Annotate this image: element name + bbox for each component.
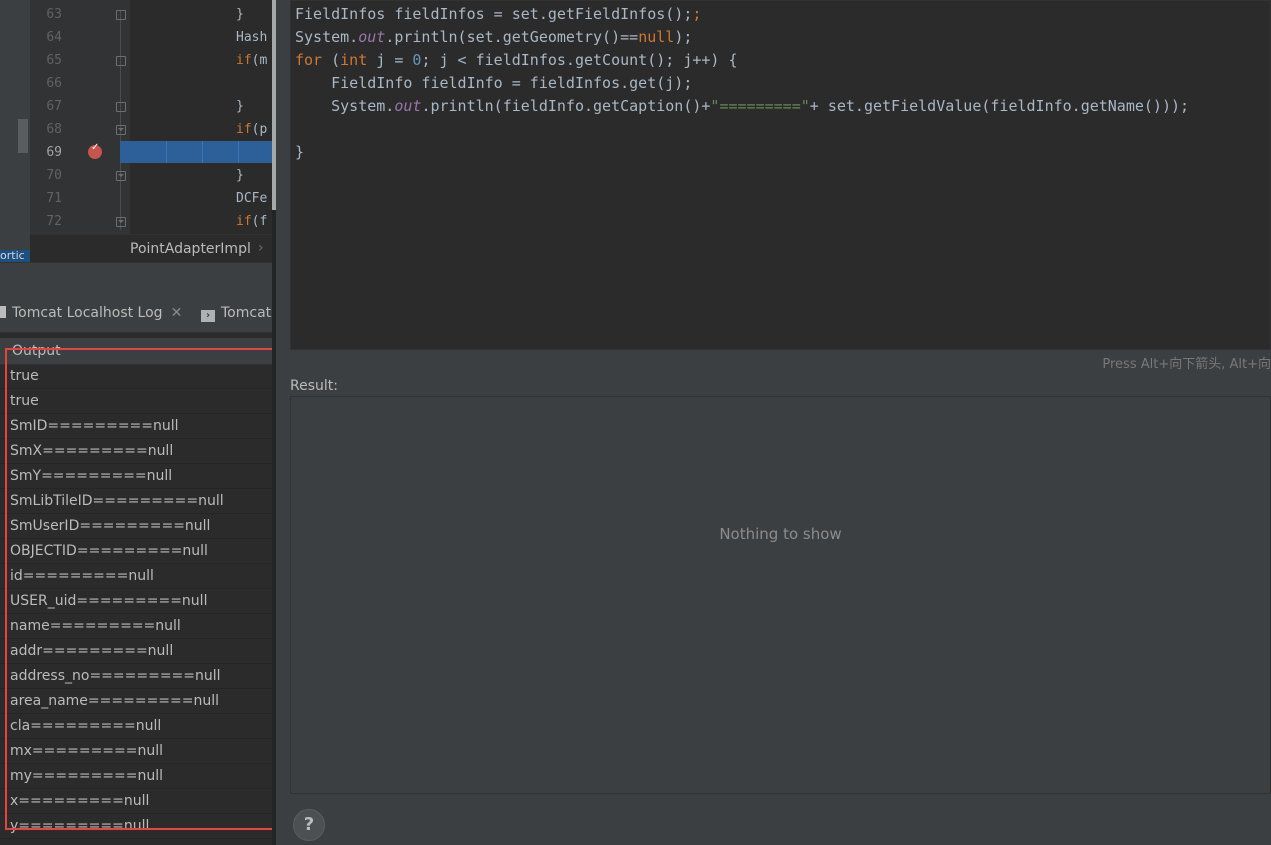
highlight-annotation-box bbox=[5, 348, 281, 830]
terminal-icon: › bbox=[201, 310, 215, 322]
help-button[interactable]: ? bbox=[293, 809, 325, 841]
breadcrumb-class[interactable]: PointAdapterImpl bbox=[130, 241, 251, 257]
chevron-right-icon: › bbox=[258, 240, 264, 256]
tool-window-tabs: Tomcat Localhost Log ✕ › Tomcat bbox=[0, 296, 272, 333]
tab-tomcat-localhost-log[interactable]: Tomcat Localhost Log ✕ bbox=[0, 305, 182, 321]
gutter-line[interactable]: 69 bbox=[30, 141, 130, 164]
code-line: DCFe bbox=[236, 191, 268, 206]
gutter-line[interactable]: 64 bbox=[30, 26, 130, 49]
code-line: } bbox=[236, 99, 244, 114]
gutter-line[interactable]: 70 bbox=[30, 164, 130, 187]
close-icon[interactable]: ✕ bbox=[171, 305, 183, 321]
gutter-line[interactable]: 72 bbox=[30, 210, 130, 233]
gutter-line[interactable]: 71 bbox=[30, 187, 130, 210]
line-number: 65 bbox=[46, 53, 62, 68]
breadcrumb[interactable]: PointAdapterImpl › bbox=[30, 234, 272, 263]
fold-icon[interactable] bbox=[116, 125, 126, 135]
code-editor[interactable]: PointAdapterImpl › ortic 63} 64 Hash 65 if(m… bbox=[0, 0, 272, 263]
code-line: } bbox=[236, 168, 244, 183]
panel-toolbar bbox=[0, 262, 272, 297]
evaluate-expression-panel: FieldInfos fieldInfos = set.getFieldInfo… bbox=[276, 0, 1271, 845]
code-line: FieldInfo fieldInfo = fieldInfos.get(j); bbox=[295, 74, 693, 92]
expression-editor[interactable]: FieldInfos fieldInfos = set.getFieldInfo… bbox=[290, 0, 1271, 350]
code-line: if(m bbox=[236, 53, 268, 68]
line-number: 67 bbox=[46, 99, 62, 114]
code-line: } bbox=[236, 7, 244, 22]
gutter-line[interactable]: 68 bbox=[30, 118, 130, 141]
line-number: 72 bbox=[46, 214, 62, 229]
left-strip-label: ortic bbox=[0, 250, 30, 262]
line-number: 68 bbox=[46, 122, 62, 137]
shortcut-hint: Press Alt+向下箭头, Alt+向 bbox=[1102, 357, 1271, 372]
code-line: System.out.println(fieldInfo.getCaption(… bbox=[295, 97, 1190, 115]
code-line: if(f bbox=[236, 214, 268, 229]
code-line: } bbox=[295, 143, 305, 161]
gutter-line[interactable]: 67 bbox=[30, 95, 130, 118]
result-label: Result: bbox=[290, 378, 338, 394]
gutter-line[interactable]: 65 bbox=[30, 49, 130, 72]
fold-icon[interactable] bbox=[116, 56, 126, 66]
fold-icon[interactable] bbox=[116, 217, 126, 227]
line-number: 66 bbox=[46, 76, 62, 91]
result-tree[interactable]: Nothing to show bbox=[290, 396, 1271, 794]
editor-left-strip bbox=[0, 0, 30, 262]
empty-state-text: Nothing to show bbox=[719, 525, 842, 543]
tab-label: Tomcat Localhost Log bbox=[12, 305, 163, 321]
tab-label: Tomcat bbox=[221, 305, 272, 321]
gutter-line[interactable]: 66 bbox=[30, 72, 130, 95]
code-line: FieldInfos fieldInfos = set.getFieldInfo… bbox=[295, 5, 702, 23]
fold-icon[interactable] bbox=[116, 102, 126, 112]
line-number: 70 bbox=[46, 168, 62, 183]
code-line: for (int j = 0; j < fieldInfos.getCount(… bbox=[295, 51, 738, 69]
line-number: 71 bbox=[46, 191, 62, 206]
gutter-line[interactable]: 63 bbox=[30, 3, 130, 26]
code-line: Hash bbox=[236, 30, 268, 45]
fold-icon[interactable] bbox=[116, 171, 126, 181]
code-line: if(p bbox=[236, 122, 268, 137]
code-line: System.out.println(set.getGeometry()==nu… bbox=[295, 28, 693, 46]
line-number: 69 bbox=[46, 145, 62, 160]
line-number: 63 bbox=[46, 7, 62, 22]
line-number: 64 bbox=[46, 30, 62, 45]
fold-icon[interactable] bbox=[116, 10, 126, 20]
execution-point-line bbox=[120, 141, 272, 163]
log-icon bbox=[0, 306, 6, 318]
tab-tomcat[interactable]: › Tomcat bbox=[201, 305, 271, 322]
